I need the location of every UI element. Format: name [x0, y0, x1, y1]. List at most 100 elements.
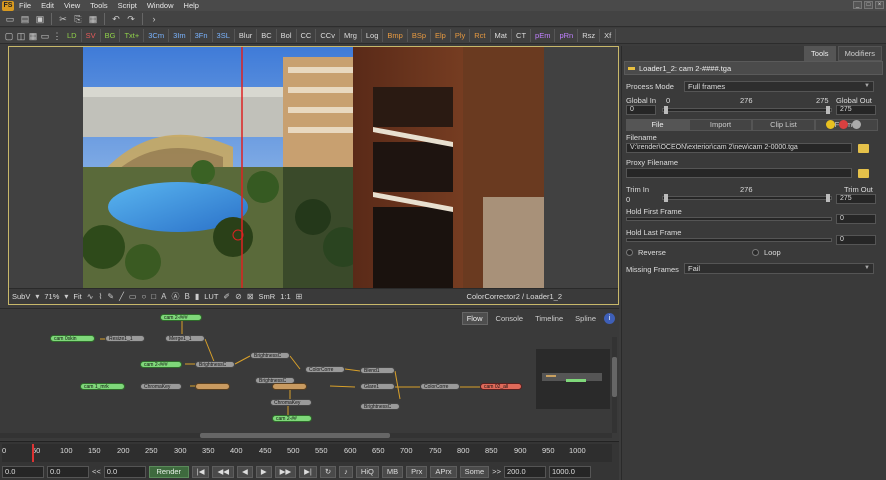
tool-transform[interactable]: Xf	[600, 29, 617, 42]
tool-bitmap[interactable]: Bmp	[383, 29, 408, 42]
tool-polygon[interactable]: Ply	[451, 29, 471, 42]
smr-button[interactable]: SmR	[259, 292, 276, 301]
curve-tool-icon[interactable]: ∿	[87, 292, 94, 301]
flow-node[interactable]: cam 1_mrk	[80, 383, 125, 390]
flow-node[interactable]: cam 0skin	[50, 335, 95, 342]
prev-button[interactable]: <<	[92, 467, 101, 476]
tool-blur[interactable]: Blur	[235, 29, 258, 42]
menu-view[interactable]: View	[59, 1, 85, 10]
minimize-icon[interactable]: _	[853, 1, 862, 9]
flow-node[interactable]: Blend1	[360, 367, 395, 374]
tab-flow[interactable]: Flow	[461, 312, 488, 325]
trim-out-field[interactable]: 275	[836, 194, 876, 204]
save-icon[interactable]: ▣	[34, 13, 46, 25]
grid-icon[interactable]: ⊞	[296, 292, 303, 301]
step-back-icon[interactable]: ◀◀	[212, 465, 235, 478]
next-button[interactable]: >>	[492, 467, 501, 476]
tool-text[interactable]: Txt+	[120, 29, 145, 42]
layout-single-icon[interactable]: ▢	[3, 30, 15, 42]
tab-console[interactable]: Console	[492, 313, 528, 324]
alpha-icon[interactable]: Ⓐ	[171, 291, 179, 302]
ratio-button[interactable]: 1:1	[280, 292, 290, 301]
layout-split-icon[interactable]: ◫	[15, 30, 27, 42]
tab-import[interactable]: Import	[689, 119, 752, 131]
tool-color-corrector[interactable]: CC	[297, 29, 317, 42]
rectangle-icon[interactable]: ▭	[129, 292, 137, 301]
global-in-field[interactable]: 0	[626, 105, 656, 115]
flow-node[interactable]: ChromaKey	[270, 399, 312, 406]
tool-bspline[interactable]: BSp	[408, 29, 431, 42]
cut-icon[interactable]: ✂	[57, 13, 69, 25]
tool-loader[interactable]: LD	[63, 29, 82, 42]
tool-log[interactable]: Log	[362, 29, 384, 42]
flow-node[interactable]: cam 2-###	[140, 361, 182, 368]
color-channels-icon[interactable]: ▮	[195, 292, 199, 301]
play-icon[interactable]: ▶	[255, 465, 272, 478]
process-mode-dropdown[interactable]: Full frames ▼	[684, 81, 874, 92]
flow-node[interactable]: cam 02_all	[480, 383, 522, 390]
layout-menu-icon[interactable]: ⋮	[51, 30, 63, 42]
tool-rectangle[interactable]: Rct	[470, 29, 491, 42]
open-file-icon[interactable]: ▤	[19, 13, 31, 25]
redo-icon[interactable]: ↷	[125, 13, 137, 25]
menu-tools[interactable]: Tools	[85, 1, 113, 10]
circle-icon[interactable]	[852, 120, 861, 129]
global-start-field[interactable]: 0.0	[47, 465, 89, 478]
go-to-start-icon[interactable]: |◀	[191, 465, 210, 478]
new-file-icon[interactable]: ▭	[4, 13, 16, 25]
bold-b-icon[interactable]: B	[184, 292, 189, 301]
some-button[interactable]: Some	[459, 465, 490, 478]
tab-file[interactable]: File	[626, 119, 689, 131]
proxy-filename-field[interactable]	[626, 168, 852, 178]
bspline-icon[interactable]: ✎	[107, 292, 114, 301]
close-icon[interactable]: ×	[875, 1, 884, 9]
global-range-slider[interactable]	[662, 108, 832, 112]
tool-matte[interactable]: Mat	[491, 29, 513, 42]
tool-background[interactable]: BG	[101, 29, 121, 42]
flow-node[interactable]: Merge1_1	[165, 335, 205, 342]
menu-help[interactable]: Help	[179, 1, 204, 10]
loop-checkbox[interactable]	[752, 249, 759, 256]
hold-last-field[interactable]: 0	[836, 235, 876, 245]
menu-window[interactable]: Window	[142, 1, 179, 10]
menu-edit[interactable]: Edit	[36, 1, 59, 10]
radiation-icon[interactable]	[826, 120, 835, 129]
flow-horizontal-scrollbar[interactable]	[0, 433, 612, 438]
image-viewer[interactable]: SubV ▾ 71% ▾ Fit ∿ ⌇ ✎ ╱ ▭ ○ □ A Ⓐ B ▮ L…	[8, 46, 619, 305]
aprx-button[interactable]: APrx	[430, 465, 457, 478]
line-icon[interactable]: ╱	[119, 292, 124, 301]
fit-button[interactable]: Fit	[73, 292, 81, 301]
flow-node[interactable]: Glare1	[360, 383, 395, 390]
hiq-button[interactable]: HiQ	[355, 465, 379, 478]
mb-button[interactable]: MB	[381, 465, 404, 478]
flow-node-bar[interactable]	[195, 383, 230, 390]
tool-channel-tool[interactable]: CT	[512, 29, 532, 42]
folder-icon[interactable]	[858, 169, 869, 178]
global-in-handle[interactable]	[664, 106, 668, 114]
trim-out-handle[interactable]	[826, 194, 830, 202]
ellipse-icon[interactable]: ○	[141, 292, 146, 301]
lut-button[interactable]: LUT	[204, 292, 218, 301]
gear-icon[interactable]	[839, 120, 848, 129]
tool-color-curves[interactable]: CCv	[316, 29, 340, 42]
global-out-field[interactable]: 275	[836, 105, 876, 115]
time-ruler[interactable]: 0 50 100 150 200 250 300 350 400 450 500…	[2, 444, 612, 462]
pen-icon[interactable]: ✐	[223, 292, 230, 301]
roi-icon[interactable]: ⊘	[235, 292, 242, 301]
render-end-field[interactable]: 200.0	[503, 465, 546, 478]
tool-bol[interactable]: Bol	[277, 29, 297, 42]
tool-brightness-contrast[interactable]: BC	[257, 29, 277, 42]
tool-particle-render[interactable]: pRn	[555, 29, 579, 42]
tool-resize[interactable]: Rsz	[578, 29, 601, 42]
folder-icon[interactable]	[858, 144, 869, 153]
flow-panel[interactable]: cam 2-### cam 0skin Resize1_1 Merge1_1 c…	[0, 308, 619, 440]
square-icon[interactable]: □	[151, 292, 156, 301]
menu-script[interactable]: Script	[113, 1, 142, 10]
global-out-handle[interactable]	[826, 106, 830, 114]
tool-merge[interactable]: Mrg	[340, 29, 362, 42]
loop-icon[interactable]: ↻	[319, 465, 337, 478]
tool-3d-render[interactable]: 3Fn	[191, 29, 213, 42]
tool-saver[interactable]: SV	[82, 29, 101, 42]
render-start-field[interactable]: 0.0	[103, 465, 146, 478]
flow-node[interactable]: cam 2-###	[160, 314, 202, 321]
